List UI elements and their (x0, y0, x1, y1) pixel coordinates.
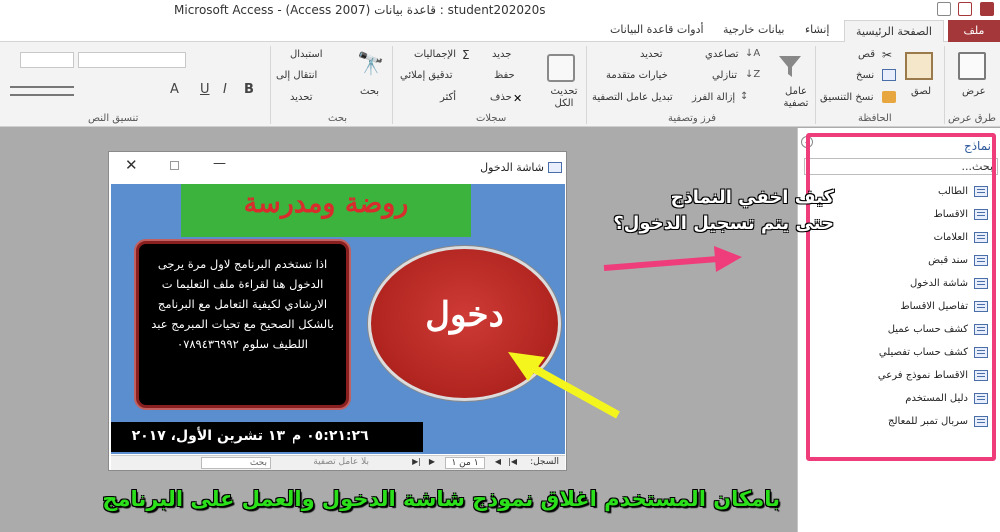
annotation-bottom: بامكان المستخدم اغلاق نموذج شاشة الدخول … (102, 487, 780, 511)
annotation-question: كيف اخفي النماذج حتى يتم تسجيل الدخول؟ (604, 185, 834, 255)
yellow-arrow (508, 352, 620, 419)
annotation-arrows (508, 246, 742, 419)
annotation-question-line1: كيف اخفي النماذج (670, 187, 834, 208)
annotation-question-line2: حتى يتم تسجيل الدخول؟ (613, 213, 834, 234)
